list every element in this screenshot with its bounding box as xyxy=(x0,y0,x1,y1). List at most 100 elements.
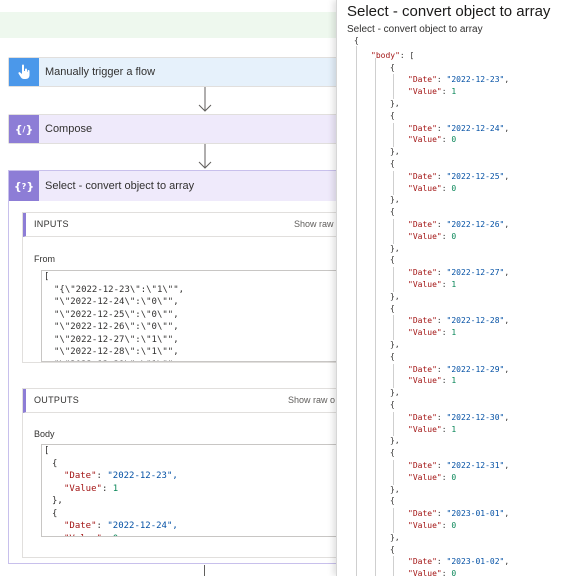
pane-title: Select - convert object to array xyxy=(347,3,551,20)
from-label: From xyxy=(34,254,55,264)
show-raw-inputs-link[interactable]: Show raw xyxy=(294,213,334,236)
curly-braces-icon: {?} xyxy=(9,171,39,201)
indent-guide xyxy=(393,170,394,196)
outputs-title: OUTPUTS xyxy=(34,395,80,405)
json-value-entry: "Value": 0 xyxy=(408,231,457,241)
json-record-open: { xyxy=(390,159,395,168)
json-date-entry: "Date": "2022-12-31", xyxy=(408,461,510,470)
json-value-entry: "Value": 1 xyxy=(408,87,457,97)
outputs-panel-header: OUTPUTS Show raw o xyxy=(23,389,341,413)
outputs-code-line: { xyxy=(52,508,58,519)
connector-arrow-icon xyxy=(198,144,212,169)
json-date-entry: "Date": "2022-12-30", xyxy=(408,412,510,422)
inputs-code-line: [ xyxy=(44,272,50,282)
indent-guide xyxy=(375,58,376,576)
json-value-entry: "Value": 1 xyxy=(408,424,457,434)
json-value-entry: "Value": 0 xyxy=(408,472,457,482)
json-date-entry: "Date": "2022-12-23", xyxy=(408,75,510,85)
json-record-close: }, xyxy=(390,291,400,301)
inputs-code-line: "\"2022-12-24\":\"0\"", xyxy=(54,297,179,307)
json-date-entry: "Date": "2023-01-01", xyxy=(408,509,510,519)
json-record-close: }, xyxy=(390,195,400,205)
inputs-code-line: "\"2022-12-25\":\"0\"", xyxy=(54,309,179,320)
indent-guide xyxy=(393,267,394,292)
json-record-close: }, xyxy=(390,340,400,349)
show-raw-outputs-link[interactable]: Show raw o xyxy=(288,389,335,412)
json-record-open: { xyxy=(390,448,395,458)
json-date-entry: "Date": "2022-12-24", xyxy=(408,123,510,133)
json-date-entry: "Date": "2023-01-02", xyxy=(408,557,510,567)
body-label: Body xyxy=(34,429,55,439)
indent-guide xyxy=(393,219,394,244)
json-date-entry: "Date": "2022-12-27", xyxy=(408,268,510,278)
compose-step-label: Compose xyxy=(45,123,93,135)
trigger-step-label: Manually trigger a flow xyxy=(45,66,156,78)
json-open-brace: { xyxy=(354,36,359,45)
indent-guide xyxy=(393,508,394,533)
inputs-panel-header: INPUTS Show raw xyxy=(23,213,341,237)
indent-guide xyxy=(393,122,394,148)
outputs-code-line: { xyxy=(52,458,58,469)
outputs-code-line: "Value": 0 xyxy=(64,534,118,537)
indent-guide xyxy=(393,460,394,485)
json-record-open: { xyxy=(390,351,395,361)
json-record-open: { xyxy=(390,207,395,217)
indent-guide xyxy=(393,363,394,389)
inputs-code-box[interactable]: [ "{\"2022-12-23\":\"1\"", "\"2022-12-24\"… xyxy=(41,270,341,362)
json-record-close: }, xyxy=(390,243,400,253)
json-record-close: }, xyxy=(390,99,400,108)
select-step-card[interactable]: {?} Select - convert object to array INP… xyxy=(8,170,341,564)
pane-subtitle: Select - convert object to array xyxy=(347,24,483,35)
select-step-header[interactable]: {?} Select - convert object to array xyxy=(9,171,338,201)
json-value-entry: "Value": 0 xyxy=(408,521,457,530)
indent-guide xyxy=(393,315,394,340)
json-value-entry: "Value": 1 xyxy=(408,280,457,289)
json-date-entry: "Date": "2022-12-29", xyxy=(408,364,510,374)
json-record-open: { xyxy=(390,496,395,506)
compose-step-card[interactable]: {/} Compose xyxy=(8,114,338,144)
output-details-pane: Select - convert object to array Select … xyxy=(336,0,573,576)
json-viewer[interactable]: { "body": [ { "Date": "2022-12-23", "Value":… xyxy=(354,36,573,576)
inputs-code-line: "\"2022-12-28\":\"1\"", xyxy=(54,347,179,357)
inputs-code-line: "{\"2022-12-23\":\"1\"", xyxy=(54,284,185,295)
inputs-code-line: "\"2022-12-29\":\"1\"", xyxy=(54,360,179,362)
json-record-open: { xyxy=(390,110,395,120)
json-value-entry: "Value": 1 xyxy=(408,376,457,386)
indent-guide xyxy=(356,46,357,576)
json-record-close: }, xyxy=(390,147,400,157)
json-record-open: { xyxy=(390,544,395,554)
outputs-code-line: }, xyxy=(52,496,63,506)
json-value-entry: "Value": 1 xyxy=(408,328,457,338)
outputs-code-line: "Date": "2022-12-23", xyxy=(64,471,178,481)
indent-guide xyxy=(393,74,394,99)
json-date-entry: "Date": "2022-12-26", xyxy=(408,220,510,229)
json-record-open: { xyxy=(390,303,395,313)
inputs-title: INPUTS xyxy=(34,219,69,229)
outputs-code-line: [ xyxy=(44,446,50,456)
json-record-open: { xyxy=(390,400,395,409)
select-step-label: Select - convert object to array xyxy=(45,180,195,192)
outputs-code-line: "Date": "2022-12-24", xyxy=(64,521,178,531)
connector-arrow-icon xyxy=(198,87,212,112)
json-record-close: }, xyxy=(390,532,400,542)
trigger-step-card[interactable]: Manually trigger a flow xyxy=(8,57,338,87)
curly-braces-icon: {/} xyxy=(9,115,39,143)
inputs-code-line: "\"2022-12-27\":\"1\"", xyxy=(54,334,179,345)
json-value-entry: "Value": 0 xyxy=(408,135,457,145)
json-record-open: { xyxy=(390,255,395,265)
indent-guide xyxy=(393,556,394,576)
json-value-entry: "Value": 0 xyxy=(408,569,457,576)
json-body-key: "body": [ xyxy=(371,50,415,60)
json-value-entry: "Value": 0 xyxy=(408,183,457,193)
json-record-close: }, xyxy=(390,436,400,446)
hand-pointer-icon xyxy=(9,58,39,86)
indent-guide xyxy=(393,411,394,437)
inputs-panel: INPUTS Show raw From [ "{\"2022-12-23\":\… xyxy=(22,212,341,363)
inputs-code-line: "\"2022-12-26\":\"0\"", xyxy=(54,322,179,332)
json-date-entry: "Date": "2022-12-25", xyxy=(408,171,510,181)
json-date-entry: "Date": "2022-12-28", xyxy=(408,316,510,326)
json-record-close: }, xyxy=(390,388,400,398)
outputs-panel: OUTPUTS Show raw o Body [{"Date": "2022-… xyxy=(22,388,341,558)
outputs-code-box[interactable]: [{"Date": "2022-12-23", "Value": 1},{"Dat… xyxy=(41,444,341,537)
canvas-top-band xyxy=(0,12,336,38)
